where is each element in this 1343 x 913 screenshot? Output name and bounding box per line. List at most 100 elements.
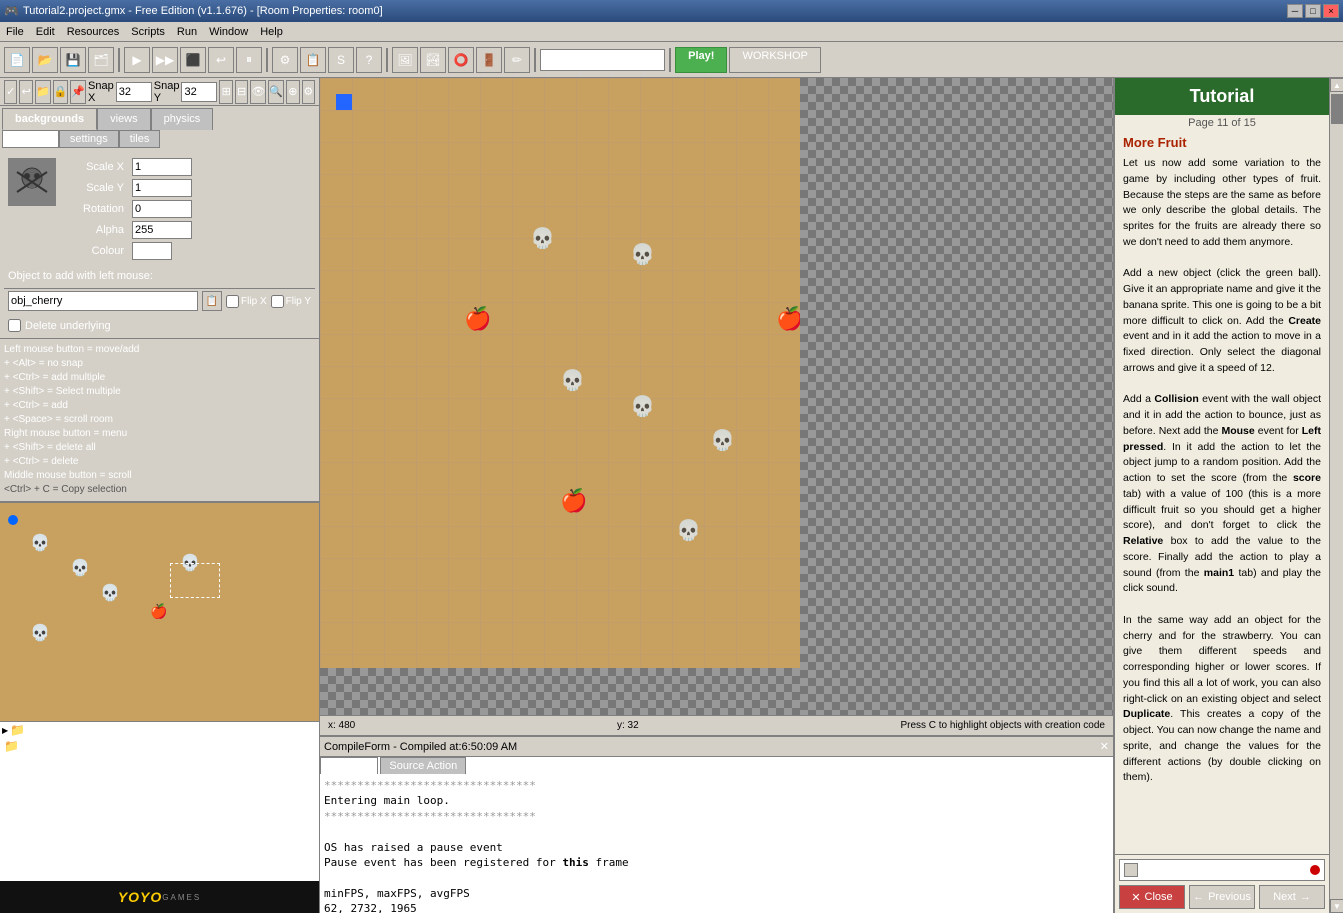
- canvas-skull-1: 💀: [530, 226, 555, 251]
- select-object-btn[interactable]: 📋: [202, 291, 222, 311]
- play-button[interactable]: Play!: [675, 47, 727, 73]
- tab-physics[interactable]: physics: [151, 108, 214, 130]
- save-as-button[interactable]: 🗂: [88, 47, 114, 73]
- minimize-button[interactable]: ─: [1287, 4, 1303, 18]
- object-select-input[interactable]: [8, 291, 198, 311]
- compile-title: CompileForm - Compiled at:6:50:09 AM: [324, 741, 517, 753]
- compile-pause1: OS has raised a pause event: [324, 840, 1109, 855]
- close-tutorial-button[interactable]: ✕ Close: [1119, 885, 1185, 909]
- menu-resources[interactable]: Resources: [61, 24, 126, 40]
- flip-x-check[interactable]: [226, 295, 239, 308]
- target-dropdown[interactable]: Steam WORKSHOP ▼: [540, 49, 665, 71]
- save-button[interactable]: 💾: [60, 47, 86, 73]
- compile-close-btn[interactable]: ✕: [1100, 740, 1109, 753]
- scale-y-input[interactable]: [132, 179, 192, 197]
- separator-5: [669, 48, 671, 72]
- flip-y-check[interactable]: [271, 295, 284, 308]
- cursor-tool[interactable]: ↩: [19, 80, 32, 104]
- tree-extensions[interactable]: 📁 Extensions: [0, 738, 319, 754]
- room-canvas[interactable]: 🍎 🍎 💀 💀 💀 💀 💀 💀 🍎 x: 480 y: 32 Pr: [320, 78, 1113, 735]
- menu-scripts[interactable]: Scripts: [125, 24, 171, 40]
- canvas-checkered-bottom: [320, 668, 800, 715]
- objects-btn[interactable]: ⭕: [448, 47, 474, 73]
- instr-line10: Middle mouse button = scroll: [4, 469, 315, 483]
- subtab-settings[interactable]: settings: [59, 130, 119, 148]
- rotation-input[interactable]: [132, 200, 192, 218]
- menu-help[interactable]: Help: [254, 24, 289, 40]
- new-button[interactable]: 📄: [4, 47, 30, 73]
- scroll-down[interactable]: ▼: [1330, 899, 1343, 913]
- move-tool[interactable]: 📁: [35, 80, 51, 104]
- mini-obj-3: 💀: [100, 583, 120, 603]
- snap-tool[interactable]: 📌: [70, 80, 86, 104]
- zoom-in[interactable]: ⊕: [286, 80, 299, 104]
- scroll-up[interactable]: ▲: [1330, 78, 1343, 92]
- tab-backgrounds[interactable]: backgrounds: [2, 108, 97, 130]
- lock-tool[interactable]: 🔒: [53, 80, 69, 104]
- canvas-y-pos: y: 32: [617, 720, 639, 731]
- maximize-button[interactable]: □: [1305, 4, 1321, 18]
- script-button[interactable]: S: [328, 47, 354, 73]
- room-statusbar: x: 480 y: 32 Press C to highlight object…: [320, 715, 1113, 735]
- canvas-skull-5: 💀: [710, 428, 735, 453]
- tab-views[interactable]: views: [97, 108, 151, 130]
- menu-file[interactable]: File: [0, 24, 30, 40]
- prev-tutorial-button[interactable]: ← Previous: [1189, 885, 1255, 909]
- stop-button[interactable]: ⬛: [180, 47, 206, 73]
- menu-window[interactable]: Window: [203, 24, 254, 40]
- flip-y-checkbox[interactable]: Flip Y: [271, 295, 311, 308]
- pause-button[interactable]: ⏸: [236, 47, 262, 73]
- delete-underlying-check[interactable]: [8, 319, 21, 332]
- tree-included-files[interactable]: ▶ 📁 Included Files: [0, 722, 319, 738]
- tutorial-scrollbar[interactable]: ▲ ▼: [1329, 78, 1343, 913]
- sprites-btn[interactable]: 🖼: [392, 47, 418, 73]
- canvas-hint: Press C to highlight objects with creati…: [900, 720, 1105, 731]
- scroll-thumb[interactable]: [1331, 94, 1343, 124]
- back-button[interactable]: ↩: [208, 47, 234, 73]
- snap-x-input[interactable]: [116, 82, 152, 102]
- menu-run[interactable]: Run: [171, 24, 203, 40]
- tab-compile[interactable]: Compile: [320, 757, 378, 774]
- compile-fps-vals: 62, 2732, 1965: [324, 901, 1109, 913]
- instr-line9: + <Ctrl> = delete: [4, 455, 315, 469]
- subtab-objects[interactable]: objects: [2, 130, 59, 148]
- resource-button[interactable]: 📋: [300, 47, 326, 73]
- scale-x-input[interactable]: [132, 158, 192, 176]
- tree-game-info[interactable]: ℹ Game Information: [0, 754, 319, 769]
- room-tabs: backgrounds views physics: [0, 106, 319, 130]
- open-button[interactable]: 📂: [32, 47, 58, 73]
- colour-picker[interactable]: [132, 242, 172, 260]
- next-tutorial-button[interactable]: Next →: [1259, 885, 1325, 909]
- compile-button[interactable]: ⚙: [272, 47, 298, 73]
- compile-line-sep1: ********************************: [324, 778, 1109, 793]
- checkmark-tool[interactable]: ✓: [4, 80, 17, 104]
- subtab-tiles[interactable]: tiles: [119, 130, 161, 148]
- help-button[interactable]: ?: [356, 47, 382, 73]
- grid-toggle[interactable]: ⊞: [219, 80, 232, 104]
- canvas-skull-4: 💀: [630, 394, 655, 419]
- grid-lines[interactable]: ⊟: [235, 80, 248, 104]
- menu-edit[interactable]: Edit: [30, 24, 61, 40]
- object-editor: Scale X Scale Y Rotation Alpha: [0, 150, 319, 338]
- canvas-x-pos: x: 480: [328, 720, 355, 731]
- alpha-input[interactable]: [132, 221, 192, 239]
- rooms-btn[interactable]: 🚪: [476, 47, 502, 73]
- view-toggle[interactable]: 👁: [250, 80, 266, 104]
- tab-source[interactable]: Source Action: [380, 757, 466, 774]
- obj-properties: Scale X Scale Y Rotation Alpha: [64, 158, 192, 260]
- tree-global-settings[interactable]: ⚙ Global Game Settings: [0, 769, 319, 784]
- bg-btn[interactable]: 🏞: [420, 47, 446, 73]
- flip-x-checkbox[interactable]: Flip X: [226, 295, 267, 308]
- draw-btn[interactable]: ✏: [504, 47, 530, 73]
- run-button[interactable]: ▶: [124, 47, 150, 73]
- flip-y-label: Flip Y: [286, 296, 311, 307]
- debug-button[interactable]: ▶▶: [152, 47, 178, 73]
- workshop-button[interactable]: WORKSHOP: [729, 47, 820, 73]
- zoom-out[interactable]: 🔍: [268, 80, 284, 104]
- instr-line7: Right mouse button = menu: [4, 427, 315, 441]
- canvas-checkered: [800, 78, 1113, 715]
- snap-y-input[interactable]: [181, 82, 217, 102]
- settings-cog[interactable]: ⚙: [302, 80, 315, 104]
- close-button[interactable]: ×: [1323, 4, 1339, 18]
- tutorial-nav: ✕ Close ← Previous Next →: [1119, 885, 1325, 909]
